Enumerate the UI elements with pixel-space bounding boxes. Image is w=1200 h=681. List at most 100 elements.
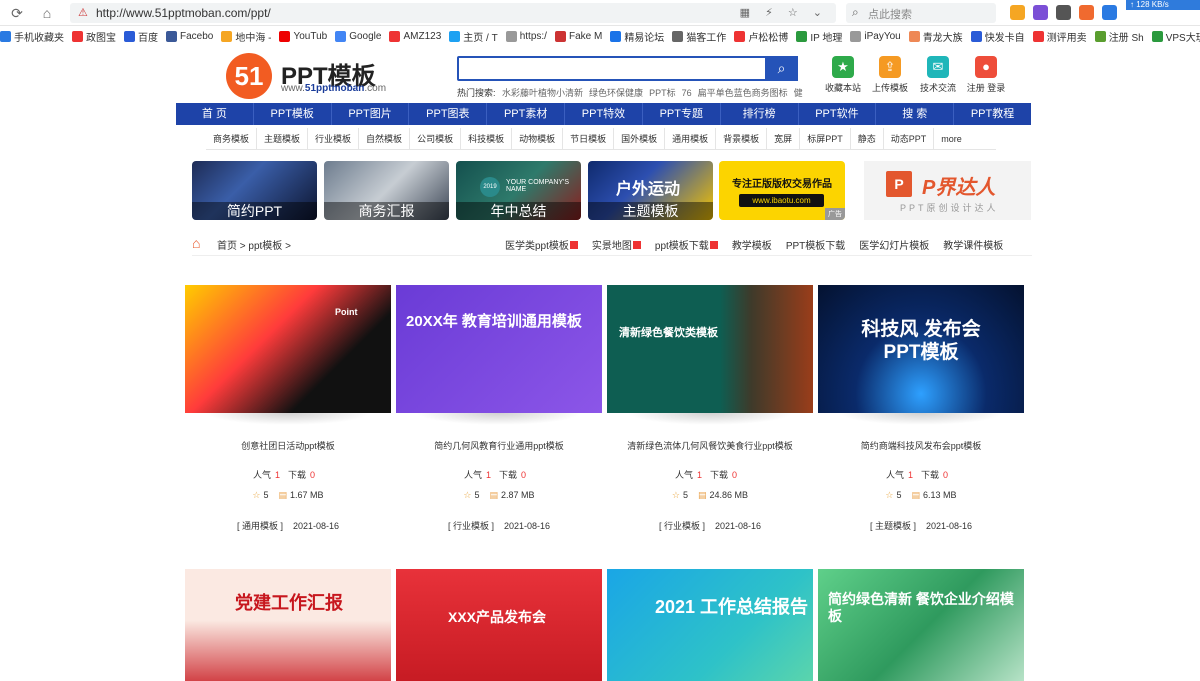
main-nav-item[interactable]: PPT模板: [254, 103, 332, 125]
main-nav-item[interactable]: PPT特效: [565, 103, 643, 125]
browser-search[interactable]: ⌕ 点此搜索: [846, 3, 996, 23]
sub-nav-item[interactable]: 行业模板: [308, 128, 360, 149]
bookmark-item[interactable]: 猫客工作: [672, 27, 726, 45]
template-title[interactable]: 简约几何风教育行业通用ppt模板: [396, 439, 602, 452]
featured-link[interactable]: PPT模板下载: [786, 237, 845, 252]
template-card[interactable]: 党建工作汇报: [185, 569, 391, 681]
main-nav-item[interactable]: PPT教程: [954, 103, 1031, 125]
sub-nav-item[interactable]: 节日模板: [563, 128, 615, 149]
template-category[interactable]: [ 通用模板 ]: [237, 521, 283, 531]
template-title[interactable]: 创意社团日活动ppt模板: [185, 439, 391, 452]
template-title[interactable]: 清新绿色流体几何风餐饮美食行业ppt模板: [607, 439, 813, 452]
url-tools-icon[interactable]: ▦ ⚡ ☆ ⌄: [740, 6, 828, 19]
sub-nav-item[interactable]: 动态PPT: [884, 128, 935, 149]
template-card[interactable]: Point 创意社团日活动ppt模板 人气 1 下载 0 ☆ 5 ▤ 1.67 MB [ 通用模板 …: [185, 285, 391, 535]
featured-link[interactable]: 医学类ppt模板: [505, 237, 578, 252]
sub-nav-item[interactable]: 通用模板: [665, 128, 717, 149]
template-thumbnail[interactable]: 科技风 发布会PPT模板: [818, 285, 1024, 413]
hot-search-term[interactable]: 绿色环保健康: [589, 88, 643, 98]
template-card[interactable]: 20XX年 教育培训通用模板 简约几何风教育行业通用ppt模板 人气 1 下载 0 ☆ 5 ▤ 2…: [396, 285, 602, 535]
bookmark-item[interactable]: 地中海 -: [221, 27, 271, 45]
sub-nav-item[interactable]: 科技模板: [461, 128, 513, 149]
sub-nav-item[interactable]: 公司模板: [410, 128, 462, 149]
bookmark-item[interactable]: IP 地理: [796, 27, 842, 45]
main-nav-item[interactable]: PPT专题: [643, 103, 721, 125]
bookmark-item[interactable]: iPayYou: [850, 27, 901, 45]
bookmark-item[interactable]: 政图宝: [72, 27, 116, 45]
template-thumbnail[interactable]: Point: [185, 285, 391, 413]
template-thumbnail[interactable]: 20XX年 教育培训通用模板: [396, 285, 602, 413]
breadcrumb[interactable]: 首页 > ppt模板 >: [217, 237, 291, 252]
template-title[interactable]: 简约商端科技风发布会ppt模板: [818, 439, 1024, 452]
bookmark-item[interactable]: 百度: [124, 27, 158, 45]
featured-link[interactable]: 医学幻灯片模板: [859, 237, 929, 252]
bookmark-item[interactable]: https:/: [505, 27, 547, 45]
bookmark-item[interactable]: VPS大玩: [1151, 27, 1200, 45]
sub-nav-item[interactable]: more: [934, 128, 969, 149]
quick-link-1[interactable]: ★ 收藏本站: [823, 56, 863, 94]
banner-business-report[interactable]: 商务汇报: [324, 161, 449, 220]
shield-extension-icon[interactable]: [1010, 5, 1025, 20]
sub-nav-item[interactable]: 自然模板: [359, 128, 411, 149]
home-icon[interactable]: ⌂: [192, 235, 208, 251]
sub-nav-item[interactable]: 国外模板: [614, 128, 666, 149]
home-icon[interactable]: ⌂: [38, 4, 56, 22]
template-thumbnail[interactable]: 清新绿色餐饮类模板: [607, 285, 813, 413]
bookmark-item[interactable]: 手机收藏夹: [0, 27, 64, 45]
template-category[interactable]: [ 行业模板 ]: [448, 521, 494, 531]
template-card[interactable]: XXX产品发布会: [396, 569, 602, 681]
bookmark-item[interactable]: 快发卡自: [970, 27, 1025, 45]
main-nav-item[interactable]: 排行榜: [721, 103, 799, 125]
featured-link[interactable]: 教学课件模板: [943, 237, 1003, 252]
bookmark-item[interactable]: 主页 / T: [449, 27, 498, 45]
hot-search-term[interactable]: 健: [794, 88, 803, 98]
template-thumbnail[interactable]: 2021 工作总结报告: [607, 569, 813, 681]
bookmark-item[interactable]: Google: [335, 27, 381, 45]
site-search-input[interactable]: [457, 56, 798, 81]
banner-midyear-summary[interactable]: 2019 YOUR COMPANY'S NAME 年中总结: [456, 161, 581, 220]
main-nav-item[interactable]: PPT图表: [409, 103, 488, 125]
sub-nav-item[interactable]: 静态: [851, 128, 884, 149]
template-category[interactable]: [ 主题模板 ]: [870, 521, 916, 531]
sub-nav-item[interactable]: 商务模板: [206, 128, 258, 149]
translate-extension-icon[interactable]: [1033, 5, 1048, 20]
bookmark-item[interactable]: 注册 Sh: [1094, 27, 1144, 45]
hot-search-term[interactable]: 76: [682, 88, 692, 98]
quick-link-2[interactable]: ⇪ 上传模板: [870, 56, 910, 94]
template-thumbnail[interactable]: 党建工作汇报: [185, 569, 391, 681]
refresh-icon[interactable]: ⟳: [8, 4, 26, 22]
banner-ibaotu-ad[interactable]: 专注正版版权交易作品 www.ibaotu.com 广告: [719, 161, 845, 220]
hot-search-term[interactable]: 扁平单色蓝色商务图标: [698, 88, 788, 98]
template-category[interactable]: [ 行业模板 ]: [659, 521, 705, 531]
featured-link[interactable]: 实景地图: [592, 237, 641, 252]
main-nav-item[interactable]: PPT图片: [332, 103, 410, 125]
main-nav-item[interactable]: PPT软件: [799, 103, 877, 125]
bookmark-item[interactable]: Fake M: [554, 27, 602, 45]
template-card[interactable]: 2021 工作总结报告: [607, 569, 813, 681]
bookmark-item[interactable]: 卢松松博: [734, 27, 788, 45]
site-search-button[interactable]: ⌕: [765, 56, 798, 81]
bookmark-item[interactable]: 测评用卖: [1032, 27, 1087, 45]
main-nav-item[interactable]: 搜 索: [876, 103, 955, 125]
main-nav-item[interactable]: PPT素材: [487, 103, 566, 125]
template-card[interactable]: 清新绿色餐饮类模板 清新绿色流体几何风餐饮美食行业ppt模板 人气 1 下载 0 ☆ 5 ▤ 24…: [607, 285, 813, 535]
template-card[interactable]: 简约绿色清新 餐饮企业介绍模板: [818, 569, 1024, 681]
banner-theme-templates[interactable]: 户外运动 主题模板: [588, 161, 713, 220]
bookmark-item[interactable]: YouTub: [279, 27, 327, 45]
sub-nav-item[interactable]: 主题模板: [257, 128, 309, 149]
featured-link[interactable]: ppt模板下载: [655, 237, 718, 252]
sub-nav-item[interactable]: 标屏PPT: [800, 128, 851, 149]
template-thumbnail[interactable]: XXX产品发布会: [396, 569, 602, 681]
bookmark-item[interactable]: AMZ123: [389, 27, 441, 45]
sub-nav-item[interactable]: 宽屏: [767, 128, 801, 149]
bookmark-item[interactable]: 青龙大族: [908, 27, 963, 45]
bookmark-item[interactable]: Facebo: [166, 27, 213, 45]
banner-p-master[interactable]: P P界达人 PPT原创设计达人: [864, 161, 1031, 220]
hot-search-term[interactable]: PPT标: [649, 88, 676, 98]
search-extension-icon[interactable]: [1102, 5, 1117, 20]
sub-nav-item[interactable]: 背景模板: [716, 128, 768, 149]
banner-simple-ppt[interactable]: 简约PPT: [192, 161, 317, 220]
main-nav-item[interactable]: 首 页: [176, 103, 254, 125]
template-thumbnail[interactable]: 简约绿色清新 餐饮企业介绍模板: [818, 569, 1024, 681]
template-card[interactable]: 科技风 发布会PPT模板 简约商端科技风发布会ppt模板 人气 1 下载 0 ☆ 5 ▤ 6.13…: [818, 285, 1024, 535]
